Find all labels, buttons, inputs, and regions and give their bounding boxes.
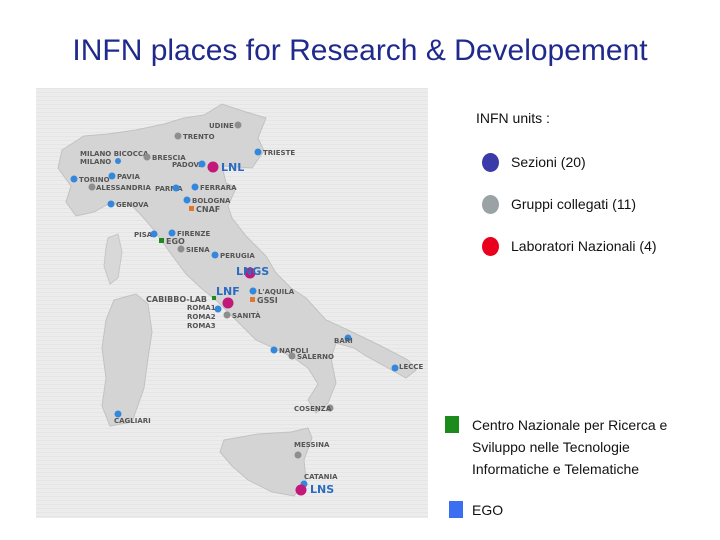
label-lns: LNS: [310, 483, 334, 496]
label-milano-bicocca: MILANO BICOCCA: [80, 150, 149, 158]
marker-siena[interactable]: [177, 245, 185, 253]
marker-milano-bicocca[interactable]: [115, 158, 121, 164]
label-cnaf: CNAF: [196, 205, 220, 214]
units-heading: INFN units :: [476, 110, 550, 126]
label-siena: SIENA: [186, 246, 210, 254]
label-alessandria: ALESSANDRIA: [96, 184, 152, 192]
marker-salerno[interactable]: [288, 352, 296, 360]
legend-laboratori-label: Laboratori Nazionali (4): [511, 238, 657, 254]
label-trento: TRENTO: [183, 133, 215, 141]
cnaf-square-icon: [445, 416, 459, 433]
cnaf-line-3: Informatiche e Telematiche: [472, 461, 640, 477]
marker-lecce[interactable]: [391, 364, 399, 372]
marker-napoli[interactable]: [270, 346, 278, 354]
label-salerno: SALERNO: [297, 353, 334, 361]
page-title: INFN places for Research & Developement: [72, 34, 648, 67]
label-messina: MESSINA: [294, 441, 330, 449]
legend-sezioni-label: Sezioni (20): [511, 154, 586, 170]
marker-trieste[interactable]: [254, 148, 262, 156]
label-perugia: PERUGIA: [220, 252, 255, 260]
marker-pavia[interactable]: [108, 172, 116, 180]
label-milano: MILANO: [80, 158, 111, 166]
marker-torino[interactable]: [70, 175, 78, 183]
label-lnl: LNL: [221, 161, 244, 174]
laboratori-marker-icon: [482, 237, 499, 256]
marker-genova[interactable]: [107, 200, 115, 208]
label-trieste: TRIESTE: [263, 149, 295, 157]
label-cosenza: COSENZA: [294, 405, 332, 413]
label-sanita: SANITÀ: [232, 311, 261, 320]
legend-gruppi-label: Gruppi collegati (11): [511, 196, 637, 212]
label-pavia: PAVIA: [117, 173, 140, 181]
label-bologna: BOLOGNA: [192, 197, 231, 205]
marker-cnaf[interactable]: [189, 206, 194, 211]
ego-square-icon: [449, 501, 463, 518]
label-ferrara: FERRARA: [200, 184, 237, 192]
label-catania: CATANIA: [304, 473, 338, 481]
label-lnf: LNF: [216, 285, 240, 298]
marker-lnf[interactable]: [222, 297, 234, 309]
label-gssi: GSSI: [257, 296, 278, 305]
sezioni-marker-icon: [482, 153, 499, 172]
marker-ferrara[interactable]: [191, 183, 199, 191]
label-lecce: LECCE: [399, 363, 424, 371]
marker-parma[interactable]: [172, 184, 180, 192]
legend-ego-label: EGO: [472, 502, 504, 518]
marker-firenze[interactable]: [168, 229, 176, 237]
cnaf-line-1: Centro Nazionale per Ricerca e: [472, 417, 668, 433]
gruppi-marker-icon: [482, 195, 499, 214]
label-bari: BARI: [334, 337, 353, 345]
label-genova: GENOVA: [116, 201, 149, 209]
marker-trento[interactable]: [174, 132, 182, 140]
marker-brescia[interactable]: [143, 153, 151, 161]
marker-lnl[interactable]: [207, 161, 219, 173]
label-ego: EGO: [166, 237, 185, 246]
label-cagliari: CAGLIARI: [114, 417, 151, 425]
marker-ego[interactable]: [159, 238, 164, 243]
marker-udine[interactable]: [234, 121, 242, 129]
marker-perugia[interactable]: [211, 251, 219, 259]
cnaf-line-2: Sviluppo nelle Tecnologie: [472, 439, 630, 455]
label-roma1: ROMA1: [187, 304, 216, 312]
marker-messina[interactable]: [294, 451, 302, 459]
marker-padova[interactable]: [198, 160, 206, 168]
label-pisa: PISA: [134, 231, 153, 239]
label-torino: TORINO: [79, 176, 110, 184]
marker-alessandria[interactable]: [88, 183, 96, 191]
marker-laquila[interactable]: [249, 287, 257, 295]
label-cabibbo: CABIBBO-LAB: [146, 295, 207, 304]
label-lngs: LNGS: [236, 265, 269, 278]
label-roma2: ROMA2: [187, 313, 216, 321]
legend-cnaf-text: Centro Nazionale per Ricerca e Sviluppo …: [472, 414, 667, 480]
italy-map: UDINE TRENTO TRIESTE MILANO BICOCCA MILA…: [36, 88, 428, 518]
marker-sanita[interactable]: [223, 311, 231, 319]
label-roma3: ROMA3: [187, 322, 216, 330]
marker-lns[interactable]: [295, 484, 307, 496]
marker-bologna[interactable]: [183, 196, 191, 204]
marker-gssi[interactable]: [250, 297, 255, 302]
marker-pisa[interactable]: [150, 230, 158, 238]
label-laquila: L'AQUILA: [258, 288, 295, 296]
label-udine: UDINE: [209, 122, 234, 130]
